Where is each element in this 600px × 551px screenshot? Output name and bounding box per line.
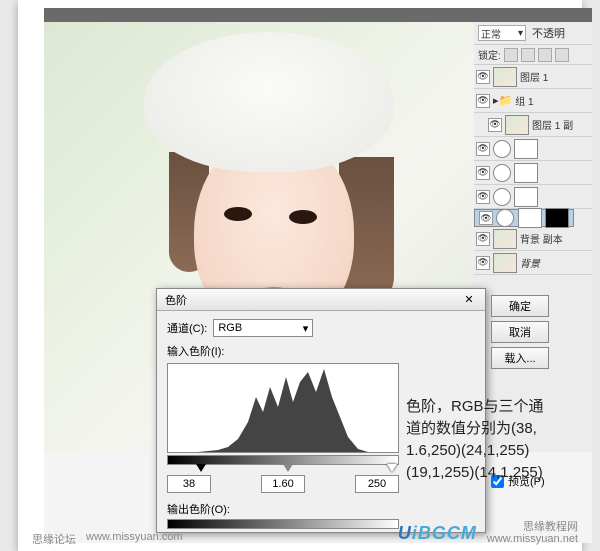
footer-right: UiBGCM 思缘教程网 www.missyuan.net	[398, 521, 578, 545]
layer-row[interactable]: 👁 图层 1	[474, 65, 592, 89]
adjustment-icon	[496, 209, 514, 227]
chevron-down-icon: ▾	[303, 322, 309, 335]
lock-transparency-icon[interactable]	[504, 48, 518, 62]
mask-thumb	[514, 139, 538, 159]
mask-thumb	[514, 187, 538, 207]
close-icon[interactable]: ✕	[461, 293, 477, 306]
adjustment-layer-row[interactable]: 👁	[474, 161, 592, 185]
visibility-icon[interactable]: 👁	[479, 211, 493, 225]
adjustment-layer-row[interactable]: 👁	[474, 185, 592, 209]
adjustment-icon	[493, 164, 511, 182]
visibility-icon[interactable]: 👁	[476, 142, 490, 156]
channel-select[interactable]: RGB▾	[213, 319, 313, 337]
tutorial-annotation: 色阶，RGB与三个通 道的数值分别为(38, 1.6,250)(24,1,255…	[406, 396, 586, 484]
blend-mode-select[interactable]: 正常▾	[478, 25, 526, 41]
layer-thumb	[493, 67, 517, 87]
adjustment-icon	[493, 188, 511, 206]
gamma-handle[interactable]	[283, 464, 293, 472]
layer-row[interactable]: 👁 背景 副本	[474, 227, 592, 251]
lock-row: 锁定:	[474, 45, 592, 65]
layer-thumb	[493, 253, 517, 273]
histogram	[167, 363, 399, 453]
mask-thumb	[518, 208, 542, 228]
lock-pixels-icon[interactable]	[521, 48, 535, 62]
adjustment-layer-row[interactable]: 👁	[474, 137, 592, 161]
visibility-icon[interactable]: 👁	[476, 70, 490, 84]
adjustment-icon	[493, 140, 511, 158]
ok-button[interactable]: 确定	[491, 295, 549, 317]
folder-icon: ▸📁	[493, 94, 512, 107]
lock-all-icon[interactable]	[555, 48, 569, 62]
window-titlebar	[44, 8, 592, 22]
output-levels-label: 输出色阶(O):	[167, 501, 475, 517]
outer-frame: 正常▾ 不透明 锁定: 👁 图层 1 👁 ▸📁 组 1 👁	[18, 0, 582, 551]
opacity-label: 不透明	[532, 25, 565, 41]
layer-thumb	[505, 115, 529, 135]
gamma-input[interactable]: 1.60	[261, 475, 305, 493]
input-slider[interactable]	[167, 455, 399, 465]
black-point-handle[interactable]	[196, 464, 206, 472]
logo: UiBGCM	[398, 523, 477, 544]
visibility-icon[interactable]: 👁	[488, 118, 502, 132]
dialog-title: 色阶	[165, 292, 187, 308]
lock-position-icon[interactable]	[538, 48, 552, 62]
white-point-input[interactable]: 250	[355, 475, 399, 493]
visibility-icon[interactable]: 👁	[476, 166, 490, 180]
load-button[interactable]: 载入...	[491, 347, 549, 369]
mask-thumb	[545, 208, 569, 228]
layer-group-row[interactable]: 👁 ▸📁 组 1	[474, 89, 592, 113]
footer-left: 思缘论坛 www.missyuan.com	[32, 531, 183, 547]
layer-thumb	[493, 229, 517, 249]
layer-row[interactable]: 👁 图层 1 副	[474, 113, 592, 137]
adjustment-layer-row[interactable]: 👁	[474, 209, 574, 227]
background-layer-row[interactable]: 👁 背景	[474, 251, 592, 275]
dialog-titlebar[interactable]: 色阶 ✕	[157, 289, 485, 311]
visibility-icon[interactable]: 👁	[476, 232, 490, 246]
channel-label: 通道(C):	[167, 320, 207, 336]
black-point-input[interactable]: 38	[167, 475, 211, 493]
white-point-handle[interactable]	[387, 464, 397, 472]
visibility-icon[interactable]: 👁	[476, 256, 490, 270]
cancel-button[interactable]: 取消	[491, 321, 549, 343]
app-window: 正常▾ 不透明 锁定: 👁 图层 1 👁 ▸📁 组 1 👁	[44, 8, 592, 543]
visibility-icon[interactable]: 👁	[476, 190, 490, 204]
visibility-icon[interactable]: 👁	[476, 94, 490, 108]
mask-thumb	[514, 163, 538, 183]
output-slider[interactable]	[167, 519, 399, 529]
input-levels-label: 输入色阶(I):	[167, 343, 475, 359]
